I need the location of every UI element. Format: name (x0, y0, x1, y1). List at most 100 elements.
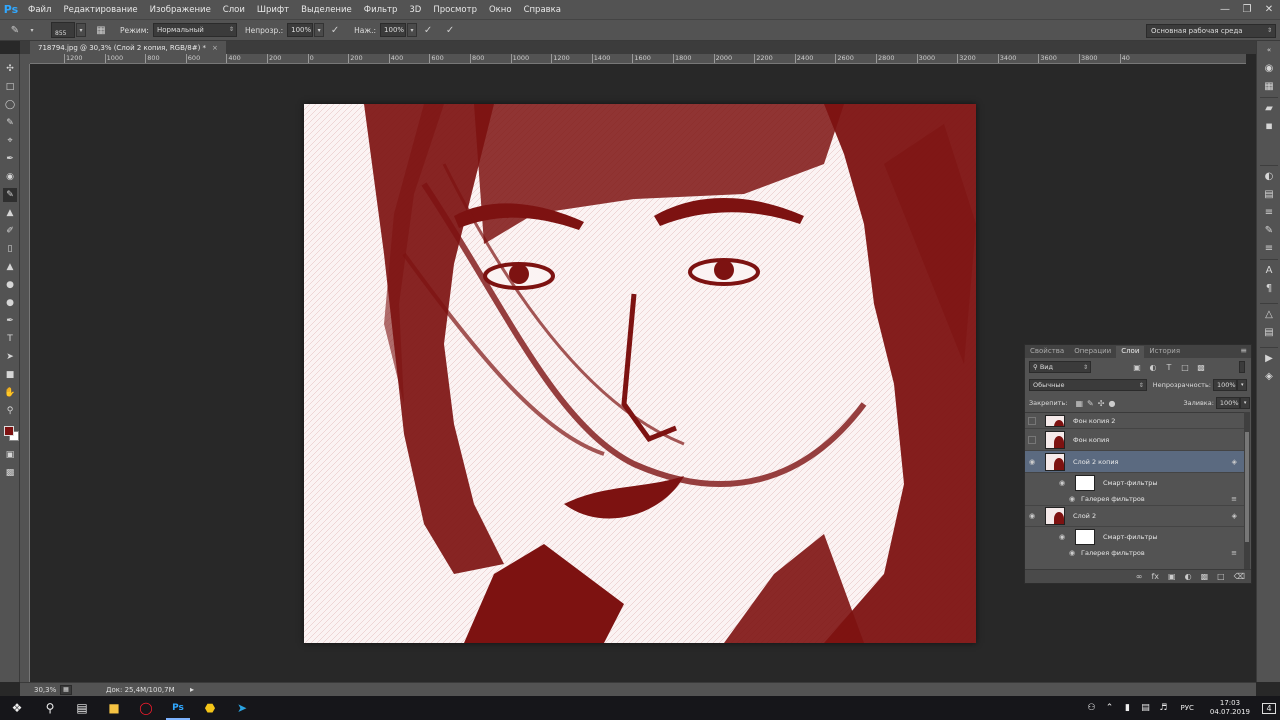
notifications-icon[interactable]: 4 (1258, 696, 1280, 720)
tab-layers[interactable]: Слои (1116, 346, 1145, 358)
windows-start-icon[interactable]: ❖ (0, 696, 34, 720)
lock-all-icon[interactable]: ● (1108, 397, 1115, 409)
opacity-slider-toggle[interactable]: ▾ (314, 23, 325, 37)
chrome-browser-icon[interactable]: ⬣ (194, 696, 226, 720)
workspace-select[interactable]: Основная рабочая среда ⇕ (1146, 24, 1276, 38)
screen-mode-icon[interactable]: ▩ (3, 466, 17, 480)
opera-browser-icon[interactable]: ◯ (130, 696, 162, 720)
tab-properties[interactable]: Свойства (1025, 346, 1069, 358)
menu-file[interactable]: Файл (22, 5, 57, 15)
layer-row[interactable]: Фон копия 2 (1025, 413, 1245, 429)
marquee-tool-icon[interactable]: □ (3, 80, 17, 94)
timeline-icon[interactable]: ▤ (1262, 325, 1276, 339)
character-panel-icon[interactable]: A (1262, 263, 1276, 277)
telegram-icon[interactable]: ➤ (226, 696, 258, 720)
pen-tool-icon[interactable]: ✒ (3, 314, 17, 328)
opacity-slider-toggle[interactable]: ▾ (1237, 379, 1247, 391)
smart-filter-icon[interactable]: ◈ (1232, 458, 1237, 466)
zoom-level[interactable]: 30,3% (34, 686, 58, 694)
opacity-input[interactable]: 100% (287, 23, 314, 37)
new-group-icon[interactable]: ▩ (1201, 572, 1209, 581)
fill-slider-toggle[interactable]: ▾ (1239, 397, 1250, 409)
status-options-icon[interactable]: ▦ (60, 684, 72, 695)
histogram-panel-icon[interactable]: ▤ (1262, 187, 1276, 201)
pressure-opacity-icon[interactable]: ✓ (328, 23, 342, 37)
actions-panel-icon[interactable]: ▶ (1262, 351, 1276, 365)
smart-filter-icon[interactable]: ◈ (1232, 512, 1237, 520)
mode-select[interactable]: Нормальный ⇕ (152, 23, 237, 37)
paragraph-panel-icon[interactable]: ¶ (1262, 281, 1276, 295)
fill-input[interactable]: 100% (1215, 397, 1240, 409)
collapse-icon[interactable]: « (1262, 43, 1276, 57)
blend-mode-select[interactable]: Обычные ⇕ (1029, 379, 1147, 391)
menu-edit[interactable]: Редактирование (57, 5, 143, 15)
layer-row[interactable]: ◉ Слой 2 ◈ (1025, 505, 1245, 527)
document-artwork[interactable] (304, 104, 976, 643)
dodge-tool-icon[interactable]: ● (3, 296, 17, 310)
tool-preset-dropdown[interactable]: ▾ (27, 23, 37, 37)
minimize-icon[interactable]: — (1214, 0, 1236, 19)
new-layer-icon[interactable]: □ (1217, 572, 1225, 581)
filter-pixel-icon[interactable]: ▣ (1131, 361, 1143, 373)
clock[interactable]: 17:03 04.07.2019 (1210, 699, 1250, 717)
eye-icon[interactable]: ◉ (1065, 549, 1079, 557)
filter-adjustment-icon[interactable]: ◐ (1147, 361, 1159, 373)
styles-panel-icon[interactable]: ◾ (1262, 119, 1276, 133)
3d-panel-icon[interactable]: △ (1262, 307, 1276, 321)
eye-icon[interactable]: ◉ (1055, 479, 1069, 487)
zoom-tool-icon[interactable]: ⚲ (3, 404, 17, 418)
filter-smart-object-icon[interactable]: ▩ (1195, 361, 1207, 373)
layer-row-selected[interactable]: ◉ Слой 2 копия ◈ (1025, 451, 1245, 473)
visibility-toggle[interactable] (1028, 435, 1036, 444)
history-brush-tool-icon[interactable]: ✐ (3, 224, 17, 238)
filter-shape-icon[interactable]: □ (1179, 361, 1191, 373)
eraser-tool-icon[interactable]: ▯ (3, 242, 17, 256)
eye-icon[interactable]: ◉ (1055, 533, 1069, 541)
close-icon[interactable]: × (212, 44, 218, 52)
layer-list[interactable]: Фон копия 2 Фон копия ◉ Слой 2 копия ◈ ◉… (1025, 412, 1245, 569)
menu-window[interactable]: Окно (483, 5, 518, 15)
smart-filters-row[interactable]: ◉ Смарт-фильтры (1025, 527, 1245, 547)
link-layers-icon[interactable]: ∞ (1136, 572, 1143, 581)
menu-image[interactable]: Изображение (144, 5, 217, 15)
layer-style-icon[interactable]: fx (1151, 572, 1159, 581)
layers-panel-icon[interactable]: ◈ (1262, 369, 1276, 383)
tab-history[interactable]: История (1144, 346, 1185, 358)
filter-options-icon[interactable]: ≡ (1231, 549, 1237, 557)
close-icon[interactable]: ✕ (1258, 0, 1280, 19)
menu-select[interactable]: Выделение (295, 5, 358, 15)
trash-icon[interactable]: ⌫ (1234, 572, 1245, 581)
volume-icon[interactable]: ♬ (1155, 703, 1173, 713)
menu-view[interactable]: Просмотр (427, 5, 483, 15)
layer-row[interactable]: Фон копия (1025, 429, 1245, 451)
path-select-tool-icon[interactable]: ➤ (3, 350, 17, 364)
lock-position-icon[interactable]: ✣ (1098, 397, 1105, 409)
crop-tool-icon[interactable]: ⌖ (3, 134, 17, 148)
info-panel-icon[interactable]: ◐ (1262, 169, 1276, 183)
foreground-color-swatch[interactable] (4, 426, 14, 436)
photoshop-taskbar-icon[interactable]: Ps (162, 696, 194, 720)
type-tool-icon[interactable]: T (3, 332, 17, 346)
eye-icon[interactable]: ◉ (1025, 512, 1039, 520)
add-mask-icon[interactable]: ▣ (1168, 572, 1176, 581)
document-tab[interactable]: 718794.jpg @ 30,3% (Слой 2 копия, RGB/8#… (30, 41, 226, 54)
brush-size-picker[interactable]: 855 (51, 22, 75, 38)
rectangle-tool-icon[interactable]: ■ (3, 368, 17, 382)
brush-panel-icon[interactable]: ▦ (94, 23, 108, 37)
menu-type[interactable]: Шрифт (251, 5, 295, 15)
filter-mask-thumbnail[interactable] (1075, 529, 1095, 545)
blur-tool-icon[interactable]: ● (3, 278, 17, 292)
pressure-slider-toggle[interactable]: ▾ (407, 23, 418, 37)
filter-mask-thumbnail[interactable] (1075, 475, 1095, 491)
language-indicator[interactable]: РУС (1181, 704, 1194, 712)
brush-tool-preset-icon[interactable]: ✎ (8, 23, 22, 37)
menu-filter[interactable]: Фильтр (358, 5, 404, 15)
menu-help[interactable]: Справка (518, 5, 567, 15)
stamp-tool-icon[interactable]: ▲ (3, 206, 17, 220)
airbrush-icon[interactable]: ✓ (421, 23, 435, 37)
quick-mask-icon[interactable]: ▣ (3, 448, 17, 462)
layer-opacity-input[interactable]: 100% (1213, 379, 1237, 391)
eye-icon[interactable]: ◉ (1025, 458, 1039, 466)
filter-options-icon[interactable]: ≡ (1231, 495, 1237, 503)
swatches-panel-icon[interactable]: ▦ (1262, 79, 1276, 93)
